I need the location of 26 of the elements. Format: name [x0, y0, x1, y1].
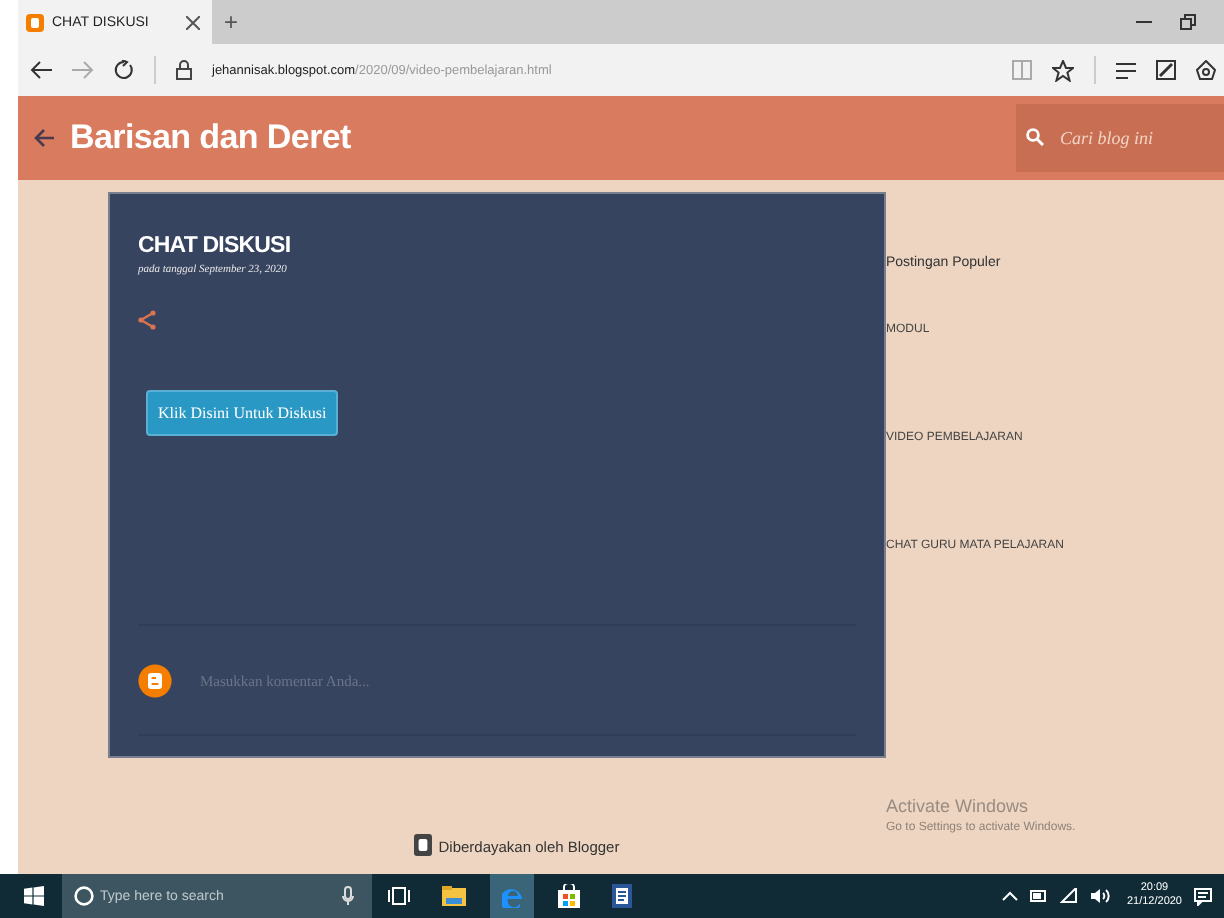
microphone-icon[interactable] — [342, 886, 354, 906]
back-arrow-icon[interactable] — [34, 128, 54, 148]
pen-icon[interactable] — [1156, 60, 1176, 80]
blogger-icon — [26, 13, 44, 31]
speaker-icon[interactable] — [1090, 888, 1111, 904]
lock-icon — [176, 60, 192, 80]
refresh-icon[interactable] — [114, 60, 134, 80]
back-icon[interactable] — [30, 60, 52, 80]
blogger-logo-icon — [414, 834, 433, 856]
star-icon[interactable] — [1052, 59, 1074, 81]
chevron-up-icon[interactable] — [1002, 890, 1019, 902]
activation-title: Activate Windows — [886, 796, 1031, 816]
post-title: CHAT DISKUSI — [138, 234, 291, 258]
restore-icon[interactable] — [1180, 14, 1196, 30]
battery-icon[interactable] — [1030, 890, 1049, 902]
folder-icon[interactable] — [442, 886, 466, 906]
windows-start-icon[interactable] — [24, 886, 44, 906]
new-tab-button[interactable]: + — [212, 8, 251, 36]
blogger-avatar-icon — [138, 663, 172, 697]
close-icon[interactable] — [186, 15, 200, 29]
store-bag-icon[interactable] — [558, 884, 580, 908]
document-icon[interactable] — [612, 884, 632, 908]
notification-icon[interactable] — [1194, 887, 1212, 905]
search-field[interactable]: Cari blog ini — [1016, 104, 1224, 172]
hub-icon[interactable] — [1116, 61, 1136, 79]
task-view-icon[interactable] — [388, 886, 410, 906]
